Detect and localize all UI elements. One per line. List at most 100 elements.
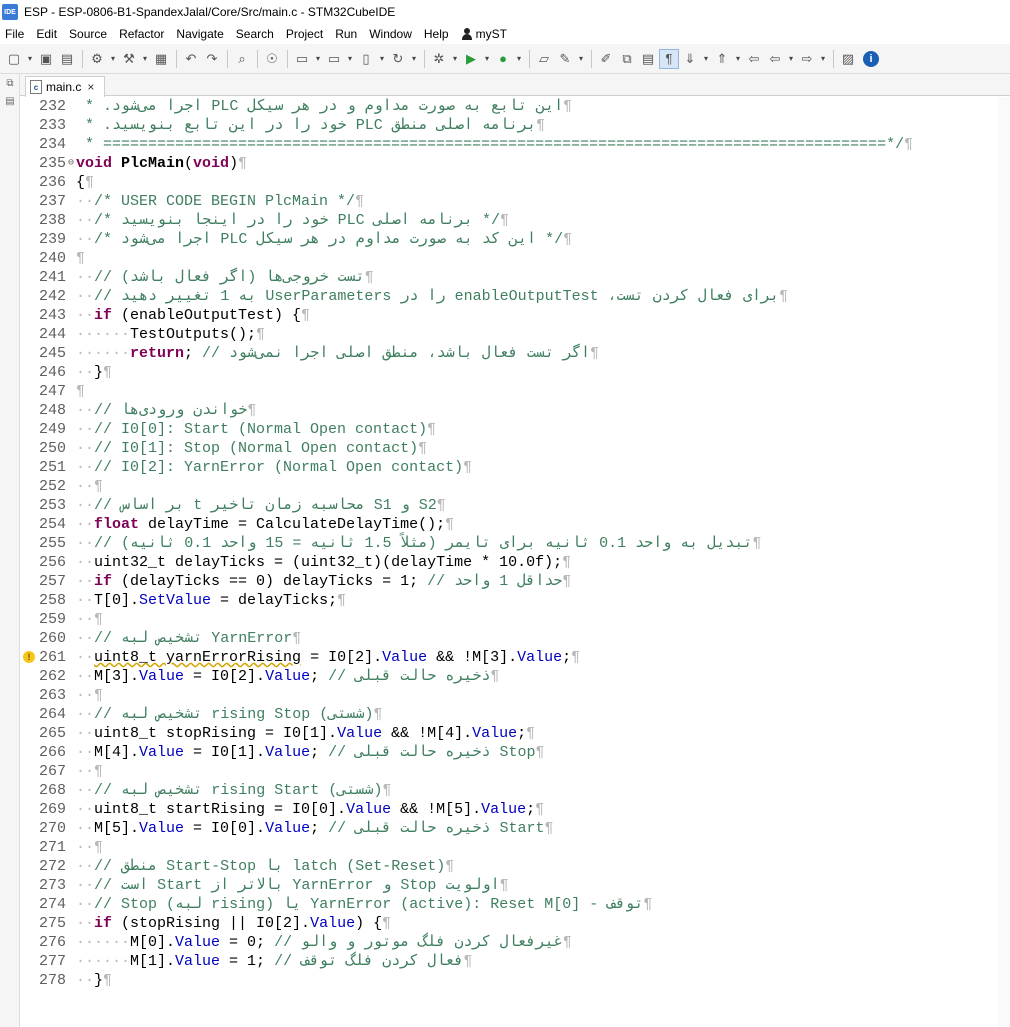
chevron-down-icon[interactable]: ▾ [482,49,492,69]
save-all-icon[interactable]: ▤ [57,49,77,69]
code-line[interactable]: 275 ··if (stopRising || I0[2].Value) {¶ [20,914,1010,933]
menu-navigate[interactable]: Navigate [170,27,229,41]
menu-project[interactable]: Project [280,27,329,41]
chevron-down-icon[interactable]: ▾ [450,49,460,69]
code-line[interactable]: 273 ··// است Start بالاتر از YarnError و … [20,876,1010,895]
code-line[interactable]: 239 ··/* اجرا می‌شود PLC این کد به صورت م… [20,230,1010,249]
code-line[interactable]: 254 ··float delayTime = CalculateDelayTim… [20,515,1010,534]
chevron-down-icon[interactable]: ▾ [786,49,796,69]
back-icon[interactable]: ⇦ [765,49,785,69]
code-line[interactable]: 242 ··// به 1 تغییر دهید UserParameters ر… [20,287,1010,306]
menu-source[interactable]: Source [63,27,113,41]
search-icon[interactable]: ⌕ [232,49,252,69]
forward-icon[interactable]: ⇨ [797,49,817,69]
code-line[interactable]: 237 ··/* USER CODE BEGIN PlcMain */¶ [20,192,1010,211]
code-line[interactable]: 262 ··M[3].Value = I0[2].Value; // ذخیره … [20,667,1010,686]
chevron-down-icon[interactable]: ▾ [25,49,35,69]
chevron-down-icon[interactable]: ▾ [701,49,711,69]
chevron-down-icon[interactable]: ▾ [140,49,150,69]
external-tools-icon[interactable]: ● [493,49,513,69]
menu-search[interactable]: Search [230,27,280,41]
code-line[interactable]: 233 * .خود را در این تابع بنویسید PLC بر… [20,116,1010,135]
code-line[interactable]: 278 ··}¶ [20,971,1010,990]
chevron-down-icon[interactable]: ▾ [108,49,118,69]
binary-icon[interactable]: ▦ [151,49,171,69]
code-line[interactable]: 243 ··if (enableOutputTest) {¶ [20,306,1010,325]
code-line[interactable]: 269 ··uint8_t startRising = I0[0].Value &… [20,800,1010,819]
debug-device-icon[interactable]: ☉ [262,49,282,69]
code-line[interactable]: 236 {¶ [20,173,1010,192]
code-line[interactable]: 249 ··// I0[0]: Start (Normal Open contac… [20,420,1010,439]
highlight-icon[interactable]: ✐ [596,49,616,69]
code-line[interactable]: 255 ··// تبدیل به واحد 0.1 ثانیه برای تای… [20,534,1010,553]
refresh-icon[interactable]: ↻ [388,49,408,69]
undo-icon[interactable]: ↶ [181,49,201,69]
code-line[interactable]: 267 ··¶ [20,762,1010,781]
close-icon[interactable]: × [87,80,94,94]
code-line[interactable]: 232 * .اجرا می‌شود PLC این تابع به صورت … [20,97,1010,116]
prev-annotation-icon[interactable]: ⇑ [712,49,732,69]
chevron-down-icon[interactable]: ▾ [818,49,828,69]
new-file-icon[interactable]: ▢ [4,49,24,69]
project-explorer-icon[interactable]: ▤ [0,92,20,110]
open-element-icon[interactable]: ▭ [324,49,344,69]
code-line[interactable]: 258 ··T[0].SetValue = delayTicks;¶ [20,591,1010,610]
code-line[interactable]: 251 ··// I0[2]: YarnError (Normal Open co… [20,458,1010,477]
menu-refactor[interactable]: Refactor [113,27,170,41]
last-edit-icon[interactable]: ⇦ [744,49,764,69]
code-line[interactable]: 265 ··uint8_t stopRising = I0[1].Value &&… [20,724,1010,743]
code-line[interactable]: 266 ··M[4].Value = I0[1].Value; // ذخیره … [20,743,1010,762]
chevron-down-icon[interactable]: ▾ [377,49,387,69]
menu-file[interactable]: File [0,27,30,41]
run-icon[interactable]: ▶ [461,49,481,69]
code-line[interactable]: 271 ··¶ [20,838,1010,857]
code-line[interactable]: 270 ··M[5].Value = I0[0].Value; // ذخیره … [20,819,1010,838]
code-line[interactable]: 252 ··¶ [20,477,1010,496]
chevron-down-icon[interactable]: ▾ [345,49,355,69]
chevron-down-icon[interactable]: ▾ [514,49,524,69]
code-line[interactable]: 264 ··// تشخیص لبه rising Stop (شستی)¶ [20,705,1010,724]
toggle-block-icon[interactable]: ▤ [638,49,658,69]
info-icon[interactable]: i [863,50,879,67]
new-class-icon[interactable]: ▯ [356,49,376,69]
fold-toggle-icon[interactable]: ⊖ [66,154,76,173]
code-line[interactable]: 250 ··// I0[1]: Stop (Normal Open contact… [20,439,1010,458]
code-editor[interactable]: 232 * .اجرا می‌شود PLC این تابع به صورت … [20,97,1010,1027]
code-line[interactable]: 276 ······M[0].Value = 0; // غیرفعال کردن… [20,933,1010,952]
code-line[interactable]: 256 ··uint32_t delayTicks = (uint32_t)(de… [20,553,1010,572]
menu-user[interactable]: myST [455,27,513,41]
chevron-down-icon[interactable]: ▾ [733,49,743,69]
restore-icon[interactable]: ⧉ [0,74,20,92]
build-hammer-icon[interactable]: ⚒ [119,49,139,69]
tab-main-c[interactable]: c main.c × [25,76,105,97]
code-line[interactable]: 241 ··// تست خروجی‌ها (اگر فعال باشد)¶ [20,268,1010,287]
code-line[interactable]: 268 ··// تشخیص لبه rising Start (شستی)¶ [20,781,1010,800]
pin-icon[interactable]: ✎ [555,49,575,69]
code-line[interactable]: ! 261 ··uint8_t yarnErrorRising = I0[2].Va… [20,648,1010,667]
menu-window[interactable]: Window [363,27,418,41]
code-line[interactable]: 257 ··if (delayTicks == 0) delayTicks = 1… [20,572,1010,591]
code-line[interactable]: 240 ¶ [20,249,1010,268]
code-line[interactable]: 246 ··}¶ [20,363,1010,382]
code-line[interactable]: 260 ··// تشخیص لبه YarnError¶ [20,629,1010,648]
code-line[interactable]: 253 ··// بر اساس t محاسبه زمان تاخیر S1 و… [20,496,1010,515]
save-icon[interactable]: ▣ [36,49,56,69]
code-line[interactable]: 259 ··¶ [20,610,1010,629]
code-line[interactable]: 235 ⊖ void PlcMain(void)¶ [20,154,1010,173]
next-annotation-icon[interactable]: ⇓ [680,49,700,69]
open-folder-icon[interactable]: ▱ [534,49,554,69]
redo-icon[interactable]: ↷ [202,49,222,69]
vertical-scrollbar[interactable] [998,97,1010,1027]
code-line[interactable]: 247 ¶ [20,382,1010,401]
code-line[interactable]: 234 * ==================================… [20,135,1010,154]
bug-icon[interactable]: ✲ [429,49,449,69]
code-line[interactable]: 272 ··// منطق Start-Stop با latch (Set-Re… [20,857,1010,876]
perspective-icon[interactable]: ▨ [838,49,858,69]
code-line[interactable]: 244 ······TestOutputs();¶ [20,325,1010,344]
code-line[interactable]: 263 ··¶ [20,686,1010,705]
chevron-down-icon[interactable]: ▾ [313,49,323,69]
menu-run[interactable]: Run [329,27,363,41]
code-line[interactable]: 245 ······return; // اگر تست فعال باشد، م… [20,344,1010,363]
menu-edit[interactable]: Edit [30,27,63,41]
code-line[interactable]: 274 ··// Stop (لبه rising) یا YarnError (… [20,895,1010,914]
